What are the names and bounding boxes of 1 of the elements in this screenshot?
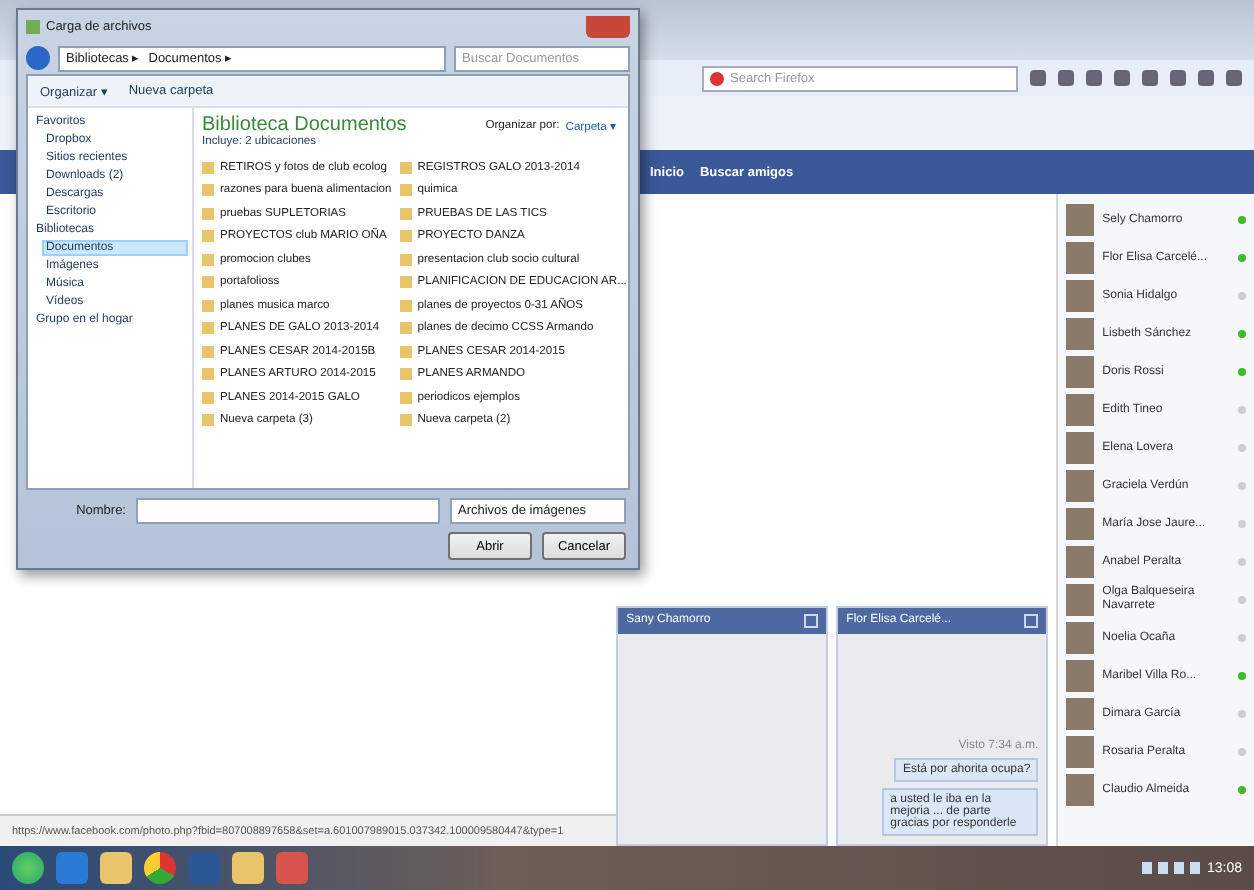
library-title: Biblioteca Documentos (202, 114, 407, 136)
